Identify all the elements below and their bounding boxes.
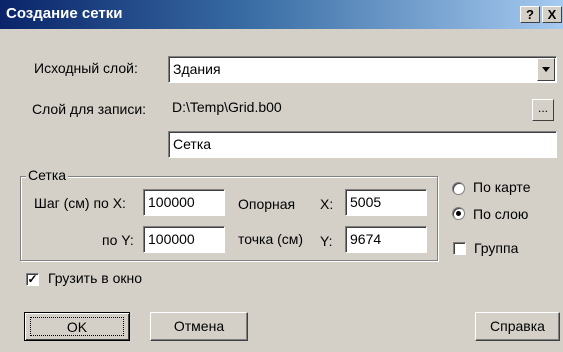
- step-x-value: 100000: [148, 194, 195, 210]
- ref-point-label-1: Опорная: [238, 196, 296, 212]
- load-window-label[interactable]: Грузить в окно: [48, 270, 142, 286]
- group-checkbox[interactable]: [453, 242, 466, 255]
- step-y-label: по Y:: [102, 232, 134, 248]
- by-map-label[interactable]: По карте: [473, 179, 530, 195]
- step-x-label: Шаг (см) по X:: [34, 195, 126, 211]
- by-map-radio[interactable]: [452, 182, 465, 195]
- source-layer-combobox[interactable]: Здания: [168, 56, 557, 83]
- step-y-value: 100000: [148, 231, 195, 247]
- by-layer-radio[interactable]: [452, 207, 465, 220]
- chevron-down-icon[interactable]: [537, 58, 555, 81]
- ref-y-value: 9674: [350, 231, 382, 247]
- ref-x-input[interactable]: 5005: [345, 189, 427, 216]
- close-button[interactable]: X: [542, 6, 562, 23]
- ref-y-label: Y:: [320, 233, 333, 249]
- ref-y-input[interactable]: 9674: [345, 226, 427, 253]
- group-label[interactable]: Группа: [474, 240, 518, 256]
- output-layer-label: Слой для записи:: [32, 101, 147, 117]
- by-layer-label[interactable]: По слою: [473, 206, 528, 222]
- ok-button[interactable]: OK: [24, 312, 130, 341]
- grid-group-title: Сетка: [26, 167, 69, 183]
- source-layer-value: Здания: [173, 61, 221, 77]
- browse-button[interactable]: ...: [532, 99, 554, 121]
- step-x-input[interactable]: 100000: [143, 189, 225, 216]
- window-title: Создание сетки: [6, 5, 123, 22]
- ok-button-label: OK: [30, 317, 124, 336]
- create-grid-dialog: Создание сетки ? X Исходный слой: Здания…: [0, 0, 563, 352]
- cancel-button[interactable]: Отмена: [150, 312, 248, 341]
- source-layer-label: Исходный слой:: [34, 60, 138, 76]
- output-path-value: D:\Temp\Grid.b00: [172, 99, 282, 115]
- step-y-input[interactable]: 100000: [143, 226, 225, 253]
- help-title-button[interactable]: ?: [520, 6, 540, 23]
- load-window-checkbox[interactable]: ✓: [26, 273, 39, 286]
- help-button[interactable]: Справка: [475, 312, 560, 341]
- output-layer-name-input[interactable]: Сетка: [168, 131, 557, 158]
- ref-x-label: X:: [320, 196, 334, 212]
- output-path-field: D:\Temp\Grid.b00: [168, 95, 530, 122]
- ref-point-label-2: точка (см): [238, 231, 304, 247]
- title-bar[interactable]: Создание сетки ? X: [0, 0, 563, 29]
- ref-x-value: 5005: [350, 194, 382, 210]
- output-layer-name-value: Сетка: [173, 136, 212, 152]
